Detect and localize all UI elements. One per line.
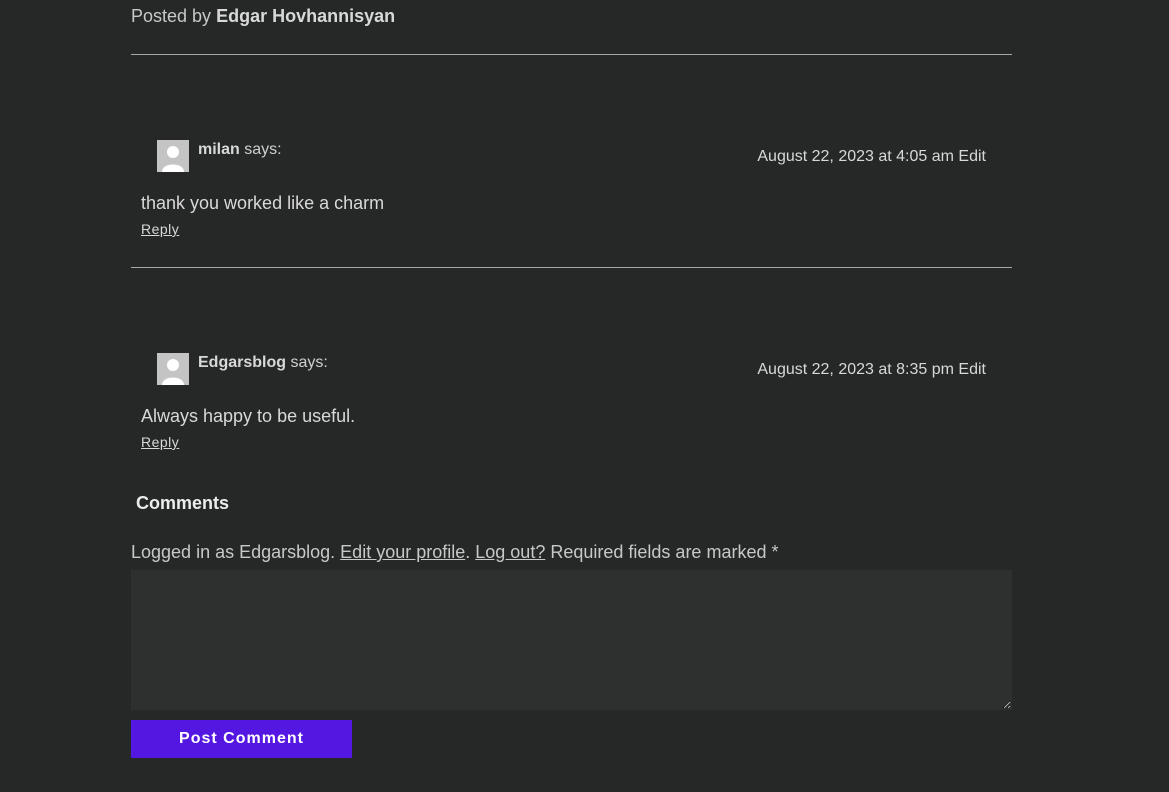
edit-profile-link[interactable]: Edit your profile: [340, 542, 465, 562]
avatar: [157, 140, 189, 172]
separator: .: [465, 542, 471, 562]
user-silhouette-icon: [157, 353, 189, 385]
log-out-link[interactable]: Log out?: [475, 542, 545, 562]
post-byline: Posted by Edgar Hovhannisyan: [131, 6, 395, 27]
comment-date-link[interactable]: August 22, 2023 at 4:05 am: [757, 148, 954, 165]
comment-meta: August 22, 2023 at 8:35 pm Edit: [757, 361, 986, 379]
comment-text: thank you worked like a charm: [141, 193, 385, 213]
comment-text: Always happy to be useful.: [141, 406, 356, 426]
reply-link[interactable]: Reply: [141, 434, 179, 450]
edit-link[interactable]: Edit: [958, 148, 986, 165]
avatar: [157, 353, 189, 385]
reply-link[interactable]: Reply: [141, 221, 179, 237]
posted-by-label: Posted by: [131, 6, 212, 26]
comment-author-line: Edgarsblog says:: [198, 354, 328, 372]
edit-link[interactable]: Edit: [958, 361, 986, 378]
user-silhouette-icon: [157, 140, 189, 172]
logged-in-label: Logged in as Edgarsblog.: [131, 542, 336, 562]
comment-author: milan: [198, 141, 240, 158]
post-author: Edgar Hovhannisyan: [216, 6, 396, 26]
required-note: Required fields are marked: [550, 542, 767, 562]
comment-author: Edgarsblog: [198, 354, 287, 371]
comment-textarea[interactable]: [131, 570, 1012, 710]
says-label: says:: [290, 354, 328, 371]
post-comment-button[interactable]: Post Comment: [131, 720, 352, 758]
comment-item: milan says: August 22, 2023 at 4:05 am E…: [131, 130, 1012, 250]
divider: [131, 54, 1012, 55]
comment-author-line: milan says:: [198, 141, 282, 159]
logged-in-notice: Logged in as Edgarsblog. Edit your profi…: [131, 542, 779, 563]
comment-meta: August 22, 2023 at 4:05 am Edit: [757, 148, 986, 166]
comment-item: Edgarsblog says: August 22, 2023 at 8:35…: [131, 343, 1012, 463]
comment-form-title: Comments: [136, 493, 230, 513]
says-label: says:: [244, 141, 282, 158]
comment-date-link[interactable]: August 22, 2023 at 8:35 pm: [757, 361, 954, 378]
divider: [131, 267, 1012, 268]
required-mark: *: [771, 542, 779, 562]
